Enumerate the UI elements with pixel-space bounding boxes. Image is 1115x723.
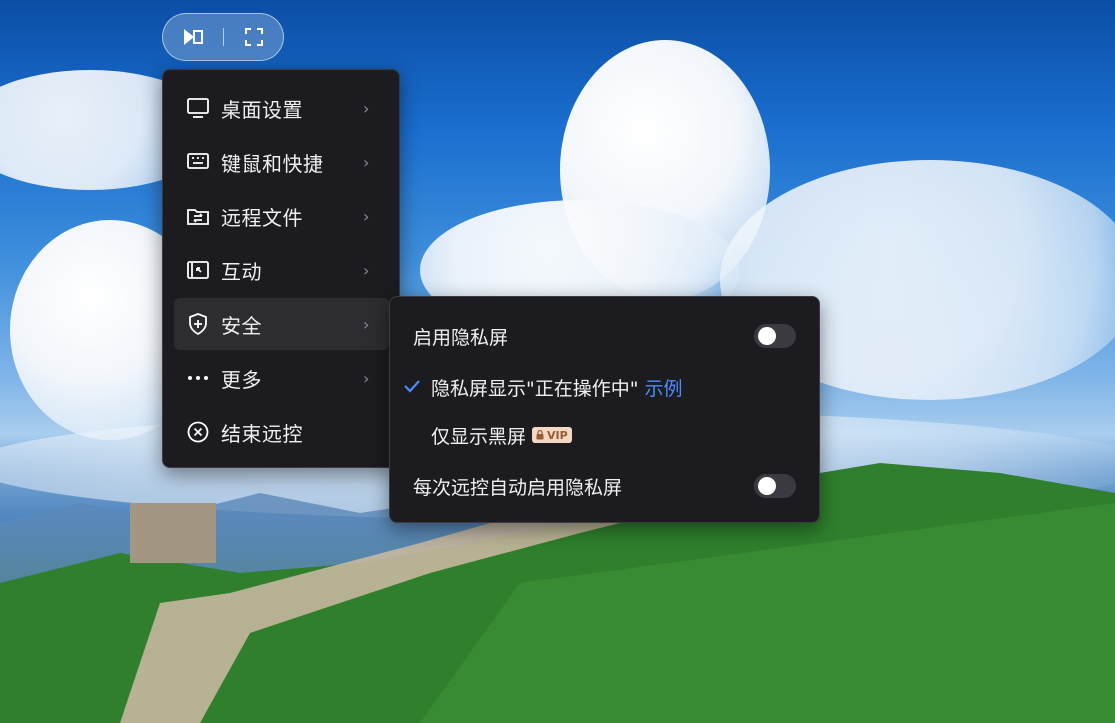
auto-enable-label: 每次远控自动启用隐私屏 (413, 476, 623, 499)
play-flag-icon[interactable] (181, 25, 205, 49)
auto-enable-row: 每次远控自动启用隐私屏 (390, 466, 819, 506)
chevron-right-icon: › (363, 314, 370, 334)
menu-item-label: 键鼠和快捷 (221, 151, 324, 176)
chevron-right-icon: › (363, 206, 370, 226)
menu-item-more[interactable]: 更多 › (174, 352, 389, 404)
show-operating-label: 隐私屏显示"正在操作中" (431, 377, 639, 400)
menu-item-label: 互动 (221, 259, 262, 284)
menu-item-desktop-settings[interactable]: 桌面设置 › (174, 82, 389, 134)
interaction-icon (187, 259, 209, 281)
enable-privacy-label: 启用隐私屏 (413, 326, 509, 349)
chevron-right-icon: › (363, 260, 370, 280)
chevron-right-icon: › (363, 98, 370, 118)
menu-item-end-remote[interactable]: 结束远控 (174, 406, 389, 458)
remote-control-menu: 桌面设置 › 键鼠和快捷 › 远程文件 › 互动 › 安全 › 更多 › 结束远… (162, 69, 400, 468)
menu-item-security[interactable]: 安全 › (174, 298, 389, 350)
menu-item-label: 结束远控 (221, 421, 303, 446)
security-submenu: 启用隐私屏 隐私屏显示"正在操作中" 示例 仅显示黑屏 VIP 每次远控自动启用… (389, 296, 820, 523)
vip-badge: VIP (532, 427, 572, 443)
check-icon (404, 377, 420, 398)
monitor-icon (187, 97, 209, 119)
toolbar-divider (222, 28, 224, 46)
more-dots-icon (187, 367, 209, 389)
black-only-label: 仅显示黑屏 (431, 425, 527, 448)
menu-item-interaction[interactable]: 互动 › (174, 244, 389, 296)
menu-item-remote-files[interactable]: 远程文件 › (174, 190, 389, 242)
enable-privacy-toggle[interactable] (754, 324, 796, 348)
menu-item-keyboard-mouse[interactable]: 键鼠和快捷 › (174, 136, 389, 188)
lock-icon (536, 430, 544, 440)
enable-privacy-row: 启用隐私屏 (390, 316, 819, 356)
fullscreen-icon[interactable] (242, 25, 266, 49)
close-circle-icon (187, 421, 209, 443)
auto-enable-toggle[interactable] (754, 474, 796, 498)
remote-toolbar (162, 13, 284, 61)
black-only-row[interactable]: 仅显示黑屏 VIP (390, 415, 819, 455)
menu-item-label: 安全 (221, 313, 262, 338)
chevron-right-icon: › (363, 152, 370, 172)
example-link[interactable]: 示例 (644, 374, 682, 401)
menu-item-label: 桌面设置 (221, 97, 303, 122)
menu-item-label: 远程文件 (221, 205, 303, 230)
chevron-right-icon: › (363, 368, 370, 388)
folder-transfer-icon (187, 205, 209, 227)
shield-plus-icon (187, 313, 209, 335)
show-operating-row[interactable]: 隐私屏显示"正在操作中" 示例 (390, 367, 819, 407)
menu-item-label: 更多 (221, 367, 262, 392)
keyboard-icon (187, 151, 209, 173)
